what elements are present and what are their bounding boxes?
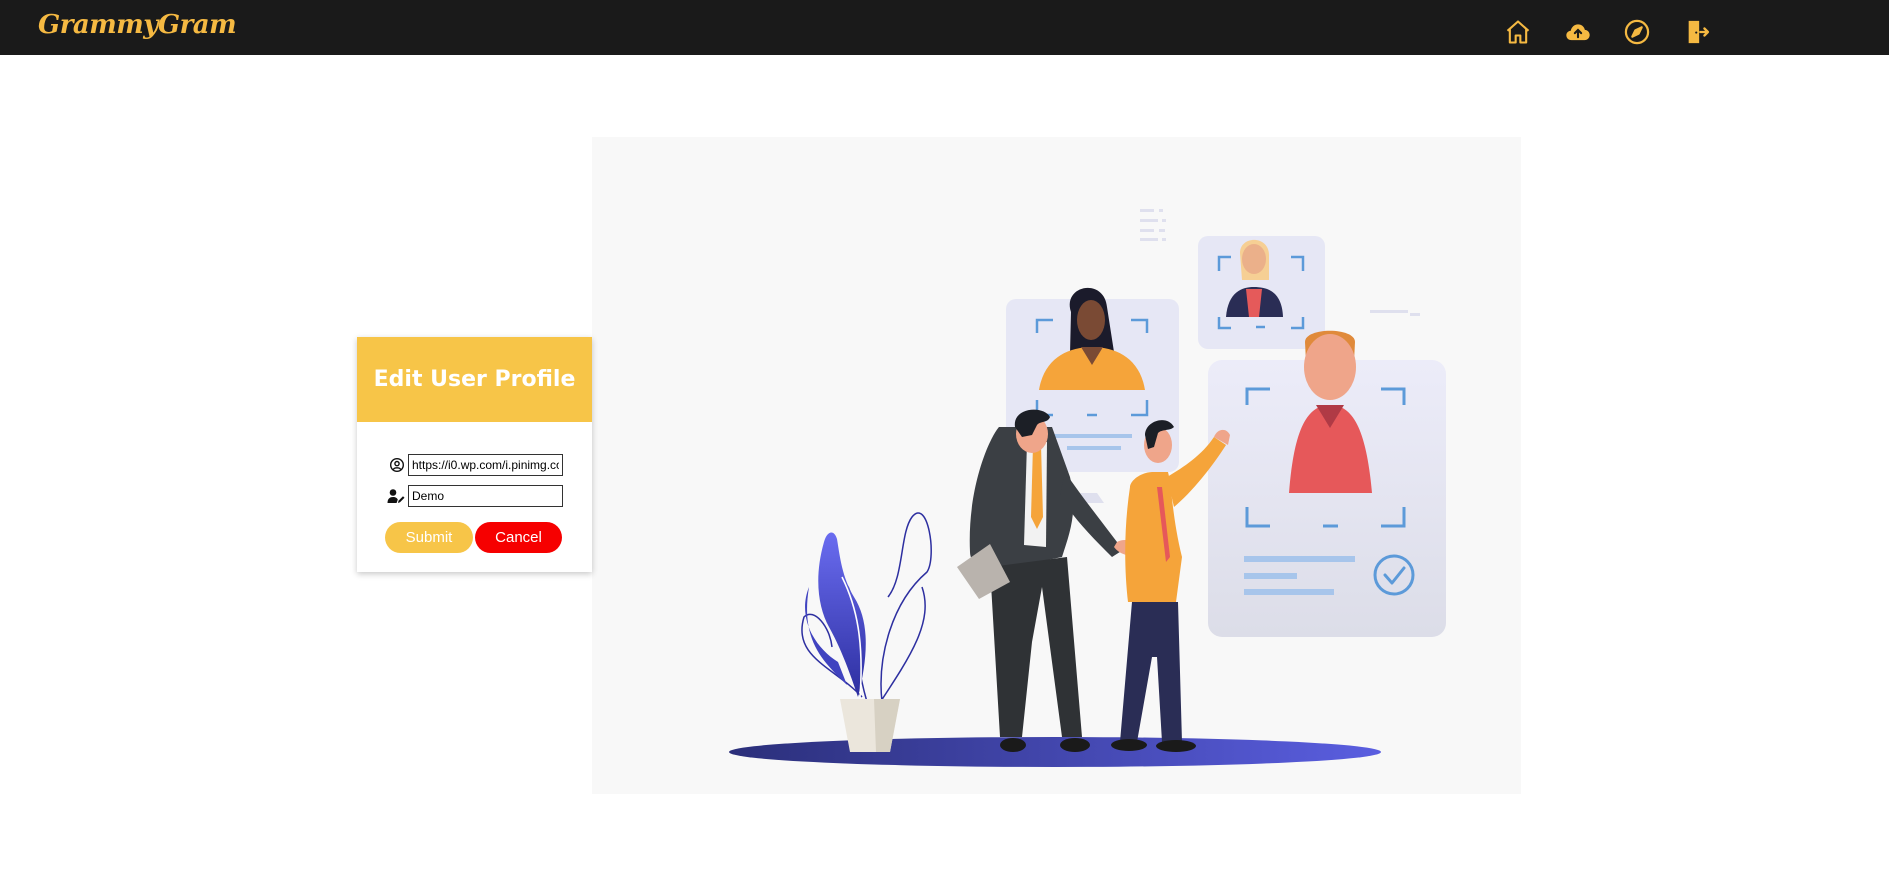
logout-icon[interactable] <box>1684 18 1712 46</box>
user-edit-icon <box>387 488 405 504</box>
cancel-button[interactable]: Cancel <box>475 522 562 553</box>
username-row <box>387 485 563 507</box>
home-icon[interactable] <box>1504 18 1532 46</box>
image-url-input[interactable] <box>408 454 563 476</box>
user-circle-icon <box>389 457 405 473</box>
image-url-row <box>389 454 563 476</box>
top-navbar: GrammyGram <box>0 0 1889 55</box>
submit-button[interactable]: Submit <box>385 522 473 553</box>
card-header: Edit User Profile <box>357 337 592 422</box>
compass-icon[interactable] <box>1623 18 1651 46</box>
card-title: Edit User Profile <box>373 367 576 392</box>
edit-profile-card: Edit User Profile Submit Cancel <box>357 337 592 572</box>
brand-logo[interactable]: GrammyGram <box>38 10 237 40</box>
profile-illustration <box>592 137 1521 794</box>
username-input[interactable] <box>408 485 563 507</box>
cloud-upload-icon[interactable] <box>1564 18 1592 46</box>
